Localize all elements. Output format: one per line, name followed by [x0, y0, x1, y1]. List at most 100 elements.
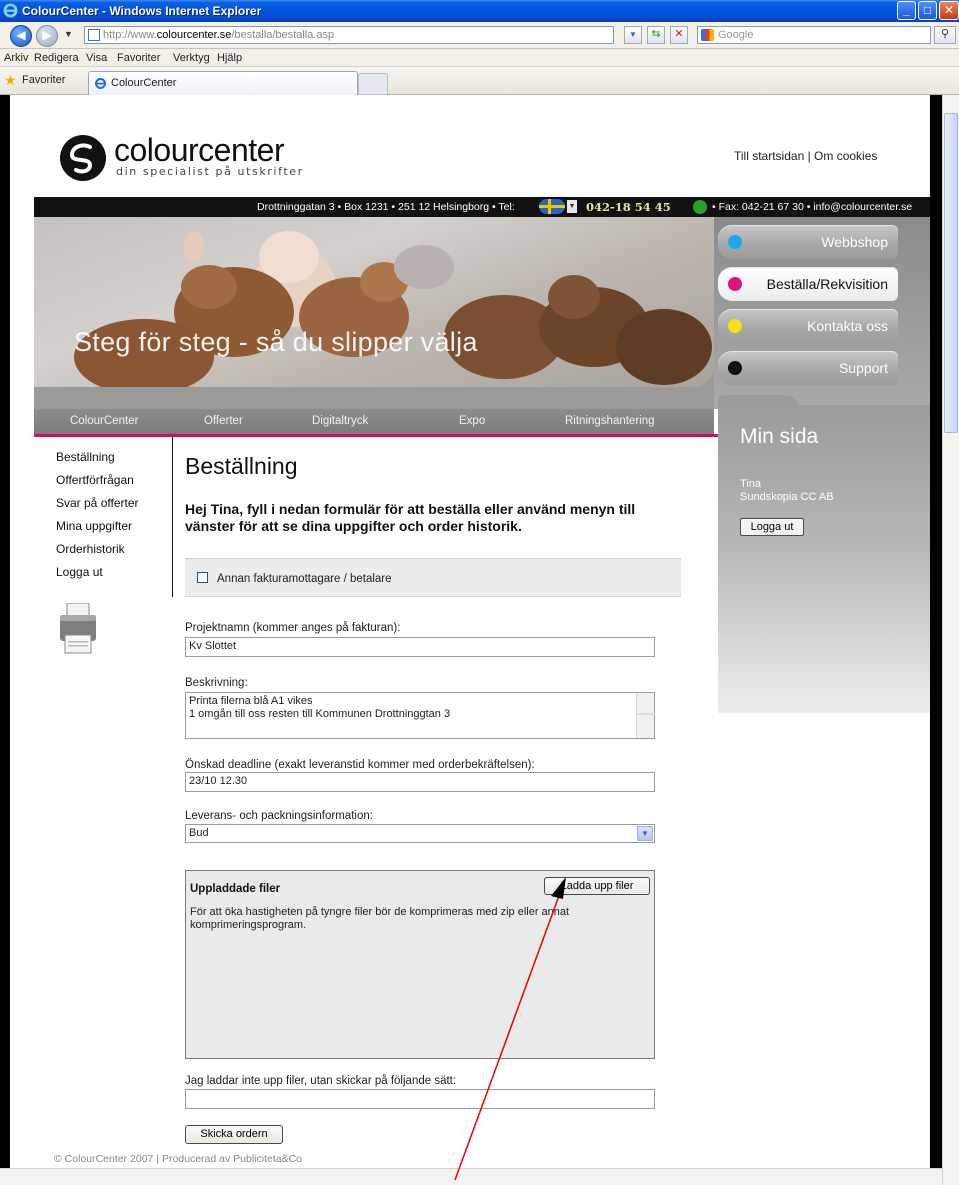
search-input[interactable]: Google: [697, 26, 931, 44]
menu-item-offertforfragan[interactable]: Offertförfrågan: [56, 473, 139, 496]
favorites-star-icon[interactable]: ★: [4, 73, 18, 87]
maximize-button[interactable]: □: [918, 1, 937, 20]
kontakta-oss-button[interactable]: Kontakta oss: [718, 309, 898, 343]
history-dropdown-icon[interactable]: ▼: [64, 29, 73, 39]
search-icon[interactable]: ⚲: [934, 26, 956, 44]
nav-ritningshantering[interactable]: Ritningshantering: [565, 409, 655, 434]
new-tab-button[interactable]: [358, 73, 388, 95]
menu-file[interactable]: Arkiv: [4, 52, 28, 64]
my-page-title: Min sida: [740, 425, 819, 448]
upload-files-button[interactable]: Ladda upp filer: [544, 877, 650, 895]
back-button[interactable]: ◀: [10, 25, 32, 47]
delivery-select[interactable]: Bud ▼: [185, 824, 655, 843]
swedish-flag-icon[interactable]: [539, 199, 565, 214]
site-content: colourcenter din specialist på utskrifte…: [34, 95, 930, 1168]
printer-icon: [60, 603, 96, 654]
webbshop-label: Webbshop: [821, 234, 888, 250]
menu-item-svar-pa-offerter[interactable]: Svar på offerter: [56, 496, 139, 519]
my-page-panel: [718, 405, 930, 713]
tab-colourcenter[interactable]: ColourCenter: [88, 71, 358, 95]
window-titlebar: ColourCenter - Windows Internet Explorer…: [0, 0, 959, 22]
url-domain: colourcenter.se: [156, 29, 232, 41]
page-viewport: colourcenter din specialist på utskrifte…: [0, 95, 959, 1185]
contact-phone: 042-18 54 45: [586, 200, 671, 214]
menu-bar: Arkiv Redigera Visa Favoriter Verktyg Hj…: [0, 49, 959, 67]
language-dropdown-icon[interactable]: ▼: [567, 200, 577, 213]
webbshop-button[interactable]: Webbshop: [718, 225, 898, 259]
menu-tools[interactable]: Verktyg: [173, 52, 210, 64]
yellow-dot-icon: [728, 319, 742, 333]
other-payer-checkbox[interactable]: [197, 572, 208, 583]
internet-explorer-icon: [95, 78, 106, 89]
other-payer-box: Annan fakturamottagare / betalare: [185, 558, 681, 597]
search-placeholder: Google: [718, 29, 754, 41]
contact-address: Drottninggatan 3 • Box 1231 • 251 12 Hel…: [257, 201, 515, 213]
magenta-dot-icon: [728, 277, 742, 291]
main-nav: ColourCenter Offerter Digitaltryck Expo …: [34, 409, 714, 434]
close-button[interactable]: ✕: [939, 1, 959, 20]
left-menu: Beställning Offertförfrågan Svar på offe…: [56, 450, 139, 588]
page-title: Beställning: [185, 453, 298, 479]
page-icon: [88, 29, 100, 41]
submit-order-button[interactable]: Skicka ordern: [185, 1125, 283, 1144]
no-upload-input[interactable]: [185, 1089, 655, 1109]
project-name-label: Projektnamn (kommer anges på fakturan):: [185, 622, 401, 634]
favorites-button[interactable]: Favoriter: [22, 74, 65, 86]
menu-item-logga-ut[interactable]: Logga ut: [56, 565, 139, 588]
footer-text: © ColourCenter 2007 | Producerad av Publ…: [54, 1153, 303, 1165]
phone-icon: [693, 200, 707, 214]
hero-photo: Steg för steg - så du slipper välja: [34, 217, 714, 387]
menu-divider: [172, 437, 173, 597]
menu-help[interactable]: Hjälp: [217, 52, 242, 64]
other-payer-label[interactable]: Annan fakturamottagare / betalare: [217, 573, 392, 585]
logo-wordmark[interactable]: colourcenter: [114, 133, 285, 167]
no-upload-label: Jag laddar inte upp filer, utan skickar …: [185, 1075, 457, 1087]
intro-text: Hej Tina, fyll i nedan formulär för att …: [185, 501, 636, 534]
address-dropdown-icon[interactable]: ▼: [624, 26, 642, 44]
menu-item-mina-uppgifter[interactable]: Mina uppgifter: [56, 519, 139, 542]
forward-button[interactable]: ▶: [36, 25, 58, 47]
deadline-input[interactable]: 23/10 12.30: [185, 772, 655, 792]
nav-digitaltryck[interactable]: Digitaltryck: [312, 409, 368, 434]
project-name-input[interactable]: Kv Slottet: [185, 637, 655, 657]
my-page-user: Tina Sundskopia CC AB: [740, 478, 834, 504]
window-title: ColourCenter - Windows Internet Explorer: [22, 4, 262, 18]
black-dot-icon: [728, 361, 742, 375]
menu-view[interactable]: Visa: [86, 52, 107, 64]
logo-tagline: din specialist på utskrifter: [116, 165, 304, 178]
site-page: colourcenter din specialist på utskrifte…: [10, 95, 930, 1168]
baby-puppies-illustration: [74, 231, 712, 387]
stop-icon[interactable]: ✕: [670, 26, 688, 44]
chevron-down-icon[interactable]: ▼: [637, 826, 653, 841]
colourcenter-logo-icon[interactable]: [60, 135, 106, 181]
favorites-bar: ★ Favoriter ColourCenter: [0, 67, 959, 95]
uploaded-files-title: Uppladdade filer: [190, 883, 281, 895]
support-button[interactable]: Support: [718, 351, 898, 385]
user-name: Tina: [740, 478, 761, 490]
menu-item-orderhistorik[interactable]: Orderhistorik: [56, 542, 139, 565]
menu-edit[interactable]: Redigera: [34, 52, 79, 64]
bestalla-rekvisition-button[interactable]: Beställa/Rekvisition: [718, 267, 898, 301]
vertical-scrollbar[interactable]: [942, 95, 959, 1185]
top-links[interactable]: Till startsidan | Om cookies: [734, 149, 877, 163]
nav-colourcenter[interactable]: ColourCenter: [70, 409, 138, 434]
scrollbar-thumb[interactable]: [944, 113, 958, 433]
cyan-dot-icon: [728, 235, 742, 249]
google-icon: [701, 29, 714, 41]
menu-favorites[interactable]: Favoriter: [117, 52, 160, 64]
description-textarea[interactable]: Printa filerna blå A1 vikes 1 omgån till…: [185, 692, 655, 739]
user-company: Sundskopia CC AB: [740, 491, 834, 503]
address-input[interactable]: http://www.colourcenter.se/bestalla/best…: [84, 26, 614, 44]
refresh-icon[interactable]: ⇆: [647, 26, 665, 44]
nav-expo[interactable]: Expo: [459, 409, 485, 434]
upload-note: För att öka hastigheten på tyngre filer …: [190, 906, 570, 931]
description-label: Beskrivning:: [185, 677, 248, 689]
description-scrollbar[interactable]: [636, 693, 655, 738]
nav-offerter[interactable]: Offerter: [204, 409, 243, 434]
kontakta-label: Kontakta oss: [807, 318, 888, 334]
contact-fax-email: • Fax: 042-21 67 30 • info@colourcenter.…: [712, 201, 913, 213]
minimize-button[interactable]: _: [897, 1, 916, 20]
menu-item-bestallning[interactable]: Beställning: [56, 450, 139, 473]
horizontal-scrollbar[interactable]: [0, 1168, 942, 1185]
logout-button[interactable]: Logga ut: [740, 518, 804, 536]
